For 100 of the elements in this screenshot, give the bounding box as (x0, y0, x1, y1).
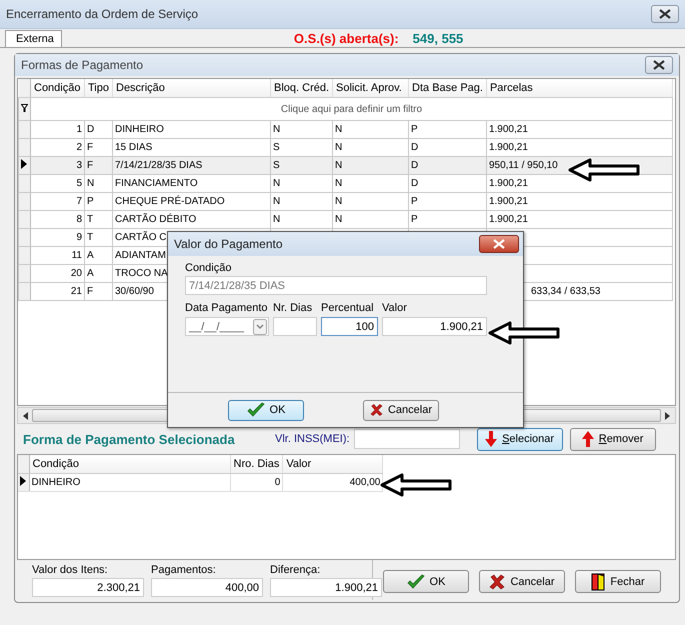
table-cell: D (411, 142, 418, 153)
date-field[interactable]: __/__/____ (185, 317, 269, 336)
column-header[interactable]: Descrição (112, 79, 270, 98)
dialog-title: Valor do Pagamento (174, 237, 283, 251)
table-cell: 7/14/21/28/35 DIAS (115, 160, 202, 171)
table-cell: 21 (70, 286, 82, 297)
input-field[interactable]: 400,00 (151, 578, 263, 597)
table-cell: 0 (274, 477, 280, 488)
button[interactable]: OK (383, 570, 469, 593)
table-cell: 9 (76, 232, 82, 243)
row-pointer-icon (20, 476, 26, 486)
table-cell: CHEQUE PRÉ-DATADO (115, 196, 225, 207)
table-cell: 1.900,21 (488, 142, 528, 153)
table-cell: F (87, 160, 94, 171)
table-cell: 30/60/90 (115, 286, 154, 297)
column-header[interactable]: Valor (282, 455, 383, 474)
table-cell: A (87, 268, 94, 279)
table-cell: N (335, 214, 342, 225)
table-cell: N (273, 214, 280, 225)
filter-hint[interactable]: Clique aqui para definir um filtro (30, 98, 672, 120)
open-orders-label: O.S.(s) aberta(s): (294, 30, 399, 46)
scroll-right-icon (665, 412, 670, 420)
open-orders-value: 549, 555 (412, 30, 464, 46)
column-header[interactable]: Condição (29, 455, 230, 474)
table-cell: P (87, 196, 94, 207)
table-cell: P (411, 214, 418, 225)
button[interactable]: Cancelar (363, 400, 439, 420)
field-label: Diferença: (270, 564, 322, 578)
table-cell: N (335, 160, 342, 171)
close-button[interactable] (645, 56, 673, 74)
table-cell: A (87, 250, 94, 261)
field-label: Data Pagamento (185, 302, 269, 314)
check-icon (406, 574, 425, 590)
filter-icon (21, 104, 28, 112)
table-cell: 1 (76, 124, 82, 135)
table-cell: 11 (72, 250, 82, 261)
table-cell: P (411, 196, 418, 207)
section-title: Forma de Pagamento Selecionada (23, 432, 236, 446)
table-cell: 1.900,21 (488, 214, 528, 225)
button[interactable]: Remover (570, 428, 656, 450)
button[interactable]: Selecionar (476, 428, 563, 450)
table-cell: N (335, 142, 342, 153)
input-field[interactable] (354, 429, 460, 449)
window-title: Encerramento da Ordem de Serviço (6, 7, 198, 21)
tab[interactable]: Externa (5, 30, 62, 47)
column-header[interactable]: Bloq. Créd. (270, 79, 333, 98)
field-label: Valor (382, 302, 408, 314)
table-cell: DINHEIRO (32, 477, 80, 488)
door-icon (591, 572, 606, 590)
table-cell: 2 (76, 142, 82, 153)
field-label: Nr. Dias (273, 302, 314, 314)
table-cell: CARTÃO C (115, 232, 166, 243)
input-field[interactable]: 7/14/21/28/35 DIAS (185, 276, 487, 295)
close-icon (493, 239, 505, 249)
table-cell: T (87, 214, 94, 225)
table-cell: 1.900,21 (488, 178, 528, 189)
column-header[interactable]: Dta Base Pag. (408, 79, 486, 98)
table-cell: N (335, 124, 342, 135)
table-cell: CARTÃO DÉBITO (115, 214, 196, 225)
column-header[interactable]: Nro. Dias (230, 455, 283, 474)
input-field[interactable]: 1.900,21 (382, 317, 487, 336)
input-field[interactable]: 100 (321, 317, 378, 336)
table-cell: 400,00 (350, 477, 380, 488)
table-cell: N (335, 196, 342, 207)
check-icon (246, 402, 265, 418)
arrow-annotation (488, 321, 560, 345)
field-label: Condição (185, 262, 232, 274)
table-cell: 1.900,21 (488, 196, 528, 207)
column-header[interactable]: Condição (30, 79, 84, 98)
field-label: Valor dos Itens: (32, 564, 109, 578)
table-cell: S (273, 142, 280, 153)
close-icon (659, 9, 671, 19)
table-cell: DINHEIRO (115, 124, 164, 135)
field-label: Percentual (321, 302, 375, 314)
arrow-annotation (380, 473, 452, 497)
button[interactable]: OK (228, 400, 304, 420)
table-cell: FINANCIAMENTO (115, 178, 198, 189)
table-cell: 1.900,21 (488, 124, 528, 135)
table-cell: N (335, 178, 342, 189)
input-field[interactable]: 2.300,21 (32, 578, 144, 597)
table-cell: 20 (70, 268, 82, 279)
panel-title: Formas de Pagamento (21, 58, 144, 72)
input-field[interactable] (273, 317, 317, 336)
table-cell: P (411, 124, 418, 135)
table-cell: N (273, 124, 280, 135)
close-button[interactable] (651, 5, 679, 23)
cross-icon (489, 574, 506, 590)
table-cell: 5 (76, 178, 82, 189)
button[interactable]: Cancelar (479, 570, 565, 593)
close-button[interactable] (479, 235, 519, 253)
button[interactable]: Fechar (575, 570, 661, 593)
input-field[interactable]: 1.900,21 (270, 578, 382, 597)
table-cell: 8 (76, 214, 82, 225)
column-header[interactable]: Tipo (84, 79, 112, 98)
column-header[interactable]: Solicit. Aprov. (332, 79, 409, 98)
column-header[interactable]: Parcelas (486, 79, 672, 98)
table-cell: D (411, 178, 418, 189)
field-label: Vlr. INSS(MEI): (275, 433, 350, 445)
table-cell: D (87, 124, 94, 135)
table-cell: 633,34 / 633,53 (530, 286, 600, 297)
